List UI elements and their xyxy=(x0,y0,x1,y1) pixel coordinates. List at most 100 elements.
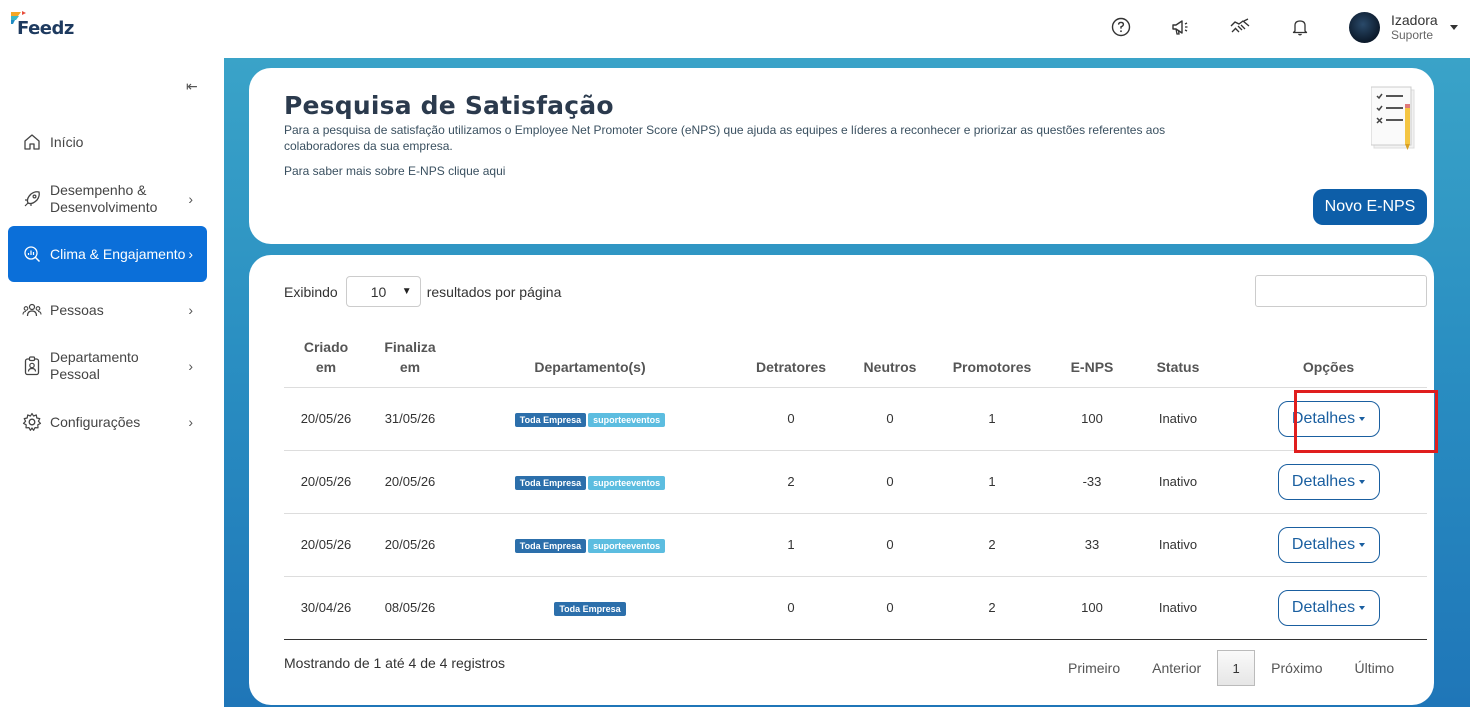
table-header-row: Criado em Finaliza em Departamento(s) Detr… xyxy=(284,330,1427,388)
avatar xyxy=(1349,12,1380,43)
cell-opcoes: Detalhes xyxy=(1230,387,1427,451)
pager-first[interactable]: Primeiro xyxy=(1052,660,1136,676)
collapse-sidebar-icon[interactable]: ⇤ xyxy=(186,78,198,95)
sidebar-item-inicio[interactable]: Início xyxy=(8,126,207,158)
details-button[interactable]: Detalhes xyxy=(1277,400,1380,437)
search-input[interactable] xyxy=(1255,275,1427,307)
survey-table: Criado em Finaliza em Departamento(s) Detr… xyxy=(284,330,1427,640)
table-row: 20/05/26 20/05/26 Toda Empresa suporteevent… xyxy=(284,513,1427,577)
cell-promotores: 2 xyxy=(926,513,1058,577)
cell-departamentos: Toda Empresa suporteeventos xyxy=(452,450,728,514)
handshake-icon[interactable] xyxy=(1229,16,1251,38)
col-header-departamentos[interactable]: Departamento(s) xyxy=(452,330,728,388)
cell-departamentos: Toda Empresa suporteeventos xyxy=(452,387,728,451)
details-button-label: Detalhes xyxy=(1291,409,1356,427)
cell-status: Inativo xyxy=(1126,513,1230,577)
records-info: Mostrando de 1 até 4 de 4 registros xyxy=(284,655,506,671)
cell-opcoes: Detalhes xyxy=(1230,513,1427,577)
cell-detratores: 2 xyxy=(728,450,854,514)
details-button-label: Detalhes xyxy=(1291,472,1356,490)
caret-down-icon xyxy=(1449,25,1458,30)
cell-promotores: 1 xyxy=(926,450,1058,514)
cell-promotores: 2 xyxy=(926,576,1058,640)
sidebar-item-configuracoes[interactable]: Configurações › xyxy=(8,406,207,438)
sidebar-item-pessoas[interactable]: Pessoas › xyxy=(8,294,207,326)
cell-neutros: 0 xyxy=(854,387,926,451)
chart-search-icon xyxy=(22,244,42,264)
sidebar-item-label: Departamento Pessoal xyxy=(50,349,139,382)
col-header-detratores[interactable]: Detratores xyxy=(728,330,854,388)
cell-detratores: 1 xyxy=(728,513,854,577)
chevron-right-icon: › xyxy=(188,246,193,262)
cell-promotores: 1 xyxy=(926,387,1058,451)
cell-enps: 33 xyxy=(1058,513,1126,577)
page-size-control: Exibindo 10 ▼ resultados por página xyxy=(284,276,561,307)
cell-neutros: 0 xyxy=(854,576,926,640)
survey-table-card: Exibindo 10 ▼ resultados por página Cria… xyxy=(249,255,1434,705)
sidebar-item-label: Início xyxy=(50,133,84,150)
table-row: 30/04/26 08/05/26 Toda Empresa 0 0 2 100 Inativ… xyxy=(284,576,1427,640)
enps-info-link[interactable]: Para saber mais sobre E-NPS clique aqui xyxy=(284,164,505,178)
cell-finaliza: 08/05/26 xyxy=(368,576,452,640)
chevron-right-icon: › xyxy=(188,358,193,374)
cell-neutros: 0 xyxy=(854,450,926,514)
rocket-icon xyxy=(22,189,42,209)
cell-detratores: 0 xyxy=(728,387,854,451)
help-icon[interactable] xyxy=(1110,16,1132,38)
show-suffix-label: resultados por página xyxy=(426,283,562,300)
pager-next[interactable]: Próximo xyxy=(1255,660,1338,676)
bell-icon[interactable] xyxy=(1289,16,1311,38)
chevron-right-icon: › xyxy=(188,302,193,318)
cell-finaliza: 20/05/26 xyxy=(368,450,452,514)
department-tag: suporteeventos xyxy=(588,412,666,427)
cell-status: Inativo xyxy=(1126,450,1230,514)
page-description: Para a pesquisa de satisfação utilizamos… xyxy=(284,123,1166,153)
sidebar-item-label: Configurações xyxy=(50,413,141,430)
col-header-finaliza[interactable]: Finaliza em xyxy=(368,330,452,388)
caret-down-icon xyxy=(1359,416,1366,421)
details-button-label: Detalhes xyxy=(1291,535,1356,553)
details-button-label: Detalhes xyxy=(1291,598,1356,616)
col-header-opcoes: Opções xyxy=(1230,330,1427,388)
caret-down-icon xyxy=(1359,605,1366,610)
caret-down-icon xyxy=(1359,479,1366,484)
col-header-criado[interactable]: Criado em xyxy=(284,330,368,388)
col-header-status[interactable]: Status xyxy=(1126,330,1230,388)
cell-opcoes: Detalhes xyxy=(1230,450,1427,514)
col-header-enps[interactable]: E-NPS xyxy=(1058,330,1126,388)
badge-icon xyxy=(22,356,42,376)
user-name: Izadora xyxy=(1391,12,1438,29)
col-header-promotores[interactable]: Promotores xyxy=(926,330,1058,388)
pager-current-page[interactable]: 1 xyxy=(1217,650,1256,686)
chevron-right-icon: › xyxy=(188,414,193,430)
details-button[interactable]: Detalhes xyxy=(1277,463,1380,500)
sidebar-item-clima[interactable]: Clima & Engajamento › xyxy=(8,226,207,282)
department-tag: suporteeventos xyxy=(588,538,666,553)
page-title: Pesquisa de Satisfação xyxy=(284,91,614,120)
user-menu[interactable]: Izadora Suporte xyxy=(1349,12,1458,43)
pager-last[interactable]: Último xyxy=(1339,660,1411,676)
cell-criado: 20/05/26 xyxy=(284,450,368,514)
details-button[interactable]: Detalhes xyxy=(1277,526,1380,563)
top-bar: Feedz Izadora Suporte xyxy=(0,0,1470,58)
chevron-down-icon: ▼ xyxy=(401,286,412,297)
cell-neutros: 0 xyxy=(854,513,926,577)
sidebar-item-label: Clima & Engajamento xyxy=(50,245,186,262)
sidebar-item-departamento-pessoal[interactable]: Departamento Pessoal › xyxy=(8,347,207,385)
feedz-logo[interactable]: Feedz xyxy=(9,10,74,38)
people-icon xyxy=(22,300,42,320)
new-enps-button[interactable]: Novo E-NPS xyxy=(1313,189,1427,225)
col-header-neutros[interactable]: Neutros xyxy=(854,330,926,388)
cell-departamentos: Toda Empresa xyxy=(452,576,728,640)
sidebar-item-desempenho[interactable]: Desempenho & Desenvolvimento › xyxy=(8,180,207,218)
megaphone-icon[interactable] xyxy=(1169,16,1191,38)
page-size-select[interactable]: 10 ▼ xyxy=(345,276,421,307)
table-row: 20/05/26 31/05/26 Toda Empresa suporteevent… xyxy=(284,387,1427,451)
checklist-illustration-icon xyxy=(1371,86,1415,150)
cell-departamentos: Toda Empresa suporteeventos xyxy=(452,513,728,577)
survey-header-card: Pesquisa de Satisfação Para a pesquisa d… xyxy=(249,68,1434,244)
user-role: Suporte xyxy=(1391,27,1434,42)
cell-opcoes: Detalhes xyxy=(1230,576,1427,640)
details-button[interactable]: Detalhes xyxy=(1277,589,1380,626)
pager-previous[interactable]: Anterior xyxy=(1136,660,1217,676)
